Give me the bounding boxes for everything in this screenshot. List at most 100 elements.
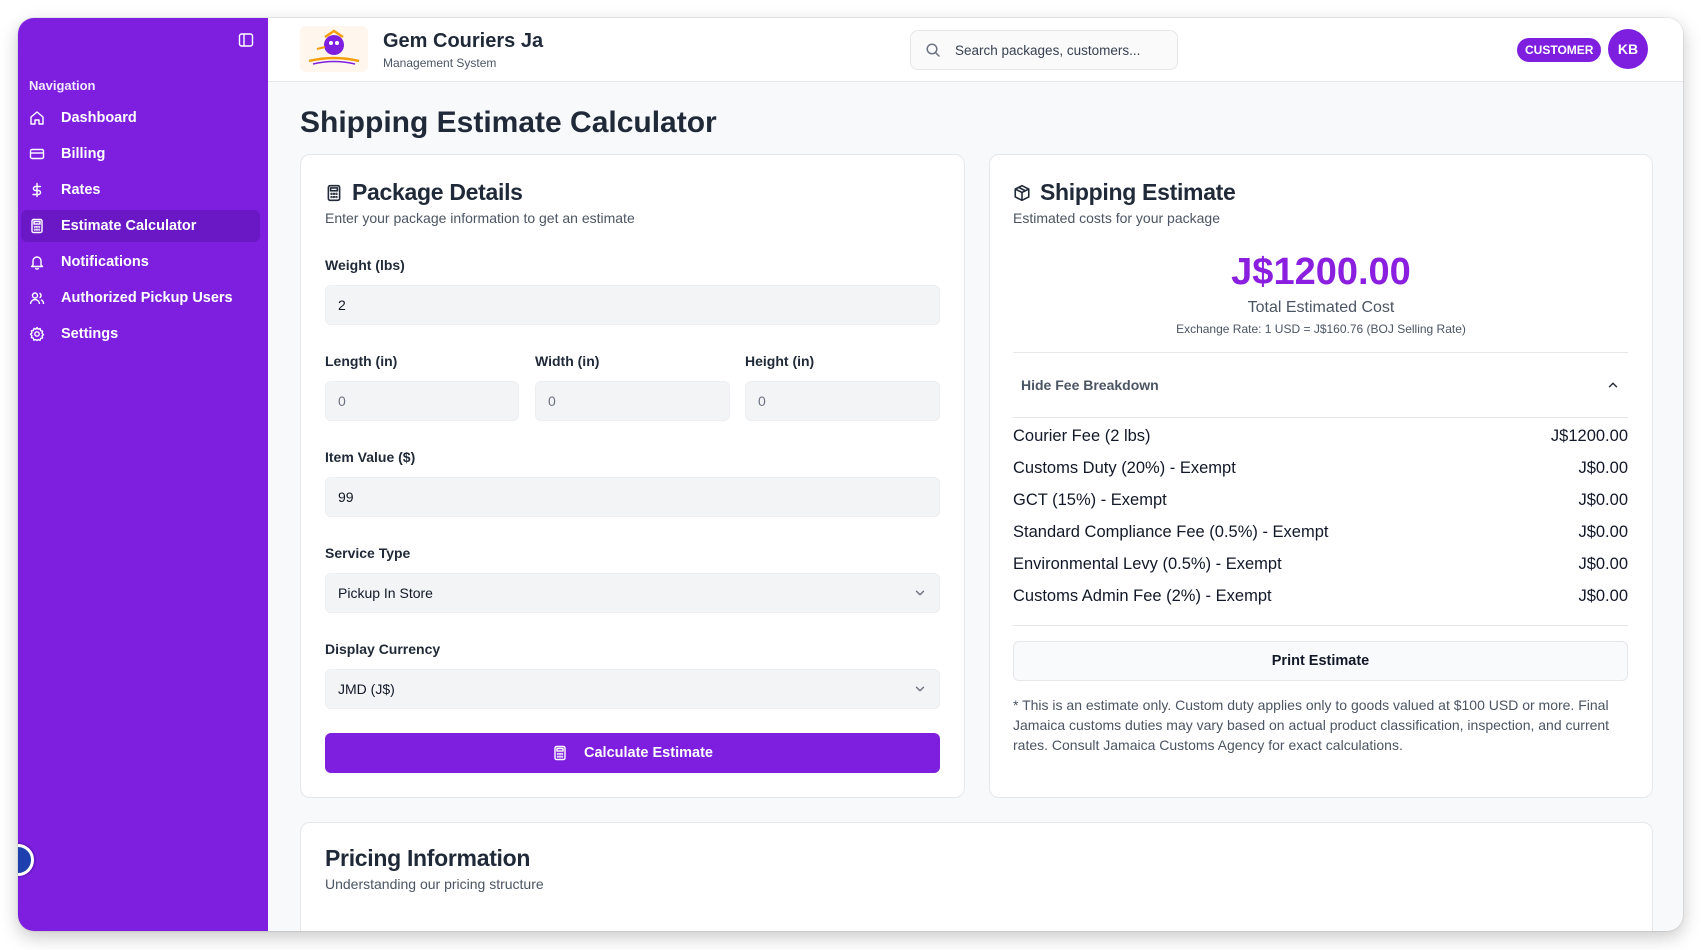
length-value: 0 <box>338 393 346 409</box>
fee-amount: J$0.00 <box>1578 587 1628 605</box>
divider <box>1013 625 1628 626</box>
home-icon <box>30 111 44 125</box>
credit-card-icon <box>29 148 45 160</box>
item-value-input[interactable]: 99 <box>325 477 940 517</box>
search-box[interactable] <box>910 30 1178 70</box>
calculator-icon <box>31 218 43 234</box>
brand-logo[interactable] <box>300 26 368 72</box>
sidebar-item-settings[interactable]: Settings <box>21 318 260 350</box>
gear-icon <box>29 326 45 342</box>
service-type-value: Pickup In Store <box>338 585 433 601</box>
package-icon <box>1014 184 1030 201</box>
sidebar-item-authorized-pickup-users[interactable]: Authorized Pickup Users <box>21 282 260 314</box>
sidebar-item-label: Dashboard <box>61 110 137 126</box>
users-icon <box>29 292 45 305</box>
fee-row: Environmental Levy (0.5%) - Exempt J$0.0… <box>1013 555 1628 574</box>
fee-label: Courier Fee (2 lbs) <box>1013 427 1151 445</box>
shipping-estimate-title: Shipping Estimate <box>1040 179 1236 205</box>
search-input[interactable] <box>955 42 1165 58</box>
nav-list: Dashboard Billing Rates Estimate Calcula… <box>21 102 260 354</box>
sidebar-item-rates[interactable]: Rates <box>21 174 260 206</box>
height-value: 0 <box>758 393 766 409</box>
nav-heading: Navigation <box>29 78 96 93</box>
fee-amount: J$0.00 <box>1578 491 1628 509</box>
role-badge: CUSTOMER <box>1517 38 1602 62</box>
package-details-subtitle: Enter your package information to get an… <box>325 210 635 226</box>
sidebar-toggle-icon[interactable] <box>238 32 254 48</box>
sidebar-item-label: Estimate Calculator <box>61 218 197 234</box>
help-button[interactable] <box>18 844 34 876</box>
fee-amount: J$0.00 <box>1578 523 1628 541</box>
fee-row: Customs Admin Fee (2%) - Exempt J$0.00 <box>1013 587 1628 606</box>
sidebar-item-label: Billing <box>61 146 106 162</box>
fee-label: Customs Admin Fee (2%) - Exempt <box>1013 587 1272 605</box>
app-window: Navigation Dashboard Billing Rates Estim… <box>18 18 1683 931</box>
shipping-estimate-heading: Shipping Estimate <box>1013 179 1236 206</box>
length-label: Length (in) <box>325 353 398 369</box>
bell-icon <box>30 256 44 270</box>
currency-value: JMD (J$) <box>338 681 395 697</box>
weight-input[interactable]: 2 <box>325 285 940 325</box>
courier-logo-icon <box>308 29 360 65</box>
length-input[interactable]: 0 <box>325 381 519 421</box>
top-bar: Gem Couriers Ja Management System CUSTOM… <box>268 18 1683 82</box>
height-label: Height (in) <box>745 353 815 369</box>
calculator-icon <box>327 184 341 201</box>
item-value-label: Item Value ($) <box>325 449 416 465</box>
brand-subtitle: Management System <box>383 56 497 70</box>
height-input[interactable]: 0 <box>745 381 940 421</box>
width-label: Width (in) <box>535 353 600 369</box>
sidebar-item-estimate-calculator[interactable]: Estimate Calculator <box>21 210 260 242</box>
fee-breakdown-toggle-label: Hide Fee Breakdown <box>1021 377 1159 393</box>
calculate-estimate-label: Calculate Estimate <box>584 745 713 761</box>
fee-label: Standard Compliance Fee (0.5%) - Exempt <box>1013 523 1329 541</box>
sidebar-item-dashboard[interactable]: Dashboard <box>21 102 260 134</box>
chevron-down-icon <box>915 590 925 596</box>
pricing-information-card: Pricing Information Understanding our pr… <box>300 822 1653 931</box>
print-estimate-button[interactable]: Print Estimate <box>1013 641 1628 681</box>
avatar[interactable]: KB <box>1608 29 1648 69</box>
fee-label: GCT (15%) - Exempt <box>1013 491 1167 509</box>
sidebar-item-notifications[interactable]: Notifications <box>21 246 260 278</box>
item-value-value: 99 <box>338 489 354 505</box>
sidebar-item-billing[interactable]: Billing <box>21 138 260 170</box>
fee-row: Courier Fee (2 lbs) J$1200.00 <box>1013 427 1628 446</box>
brand-title: Gem Couriers Ja <box>383 30 544 52</box>
shipping-estimate-subtitle: Estimated costs for your package <box>1013 210 1220 226</box>
page-title: Shipping Estimate Calculator <box>300 106 717 139</box>
calculate-estimate-button[interactable]: Calculate Estimate <box>325 733 940 773</box>
width-input[interactable]: 0 <box>535 381 730 421</box>
fee-amount: J$0.00 <box>1578 555 1628 573</box>
calculator-icon <box>554 745 566 761</box>
weight-value: 2 <box>338 297 346 313</box>
exchange-rate-text: Exchange Rate: 1 USD = J$160.76 (BOJ Sel… <box>1176 322 1466 336</box>
package-details-card: Package Details Enter your package infor… <box>300 154 965 798</box>
fee-label: Customs Duty (20%) - Exempt <box>1013 459 1236 477</box>
pricing-information-title: Pricing Information <box>325 845 531 871</box>
currency-label: Display Currency <box>325 641 441 657</box>
total-estimated-label: Total Estimated Cost <box>1247 299 1395 316</box>
disclaimer-text: * This is an estimate only. Custom duty … <box>1013 697 1610 753</box>
width-value: 0 <box>548 393 556 409</box>
package-details-title: Package Details <box>352 179 523 205</box>
service-type-label: Service Type <box>325 545 411 561</box>
fee-breakdown-toggle[interactable]: Hide Fee Breakdown <box>1013 353 1628 417</box>
divider <box>1013 417 1628 418</box>
total-estimated-amount: J$1200.00 <box>1231 251 1411 293</box>
sidebar: Navigation Dashboard Billing Rates Estim… <box>18 18 268 931</box>
main-content: Gem Couriers Ja Management System CUSTOM… <box>268 18 1683 931</box>
fee-row: Customs Duty (20%) - Exempt J$0.00 <box>1013 459 1628 478</box>
weight-label: Weight (lbs) <box>325 257 405 273</box>
fee-row: Standard Compliance Fee (0.5%) - Exempt … <box>1013 523 1628 542</box>
sidebar-item-label: Notifications <box>61 254 149 270</box>
package-details-heading: Package Details <box>325 179 635 206</box>
dollar-icon <box>32 182 42 198</box>
chevron-down-icon <box>915 686 925 692</box>
sidebar-item-label: Rates <box>61 182 101 198</box>
currency-select[interactable]: JMD (J$) <box>325 669 940 709</box>
chevron-up-icon <box>1608 382 1618 388</box>
service-type-select[interactable]: Pickup In Store <box>325 573 940 613</box>
pricing-information-subtitle: Understanding our pricing structure <box>325 876 544 892</box>
sidebar-item-label: Authorized Pickup Users <box>61 290 233 306</box>
search-icon <box>926 43 940 57</box>
